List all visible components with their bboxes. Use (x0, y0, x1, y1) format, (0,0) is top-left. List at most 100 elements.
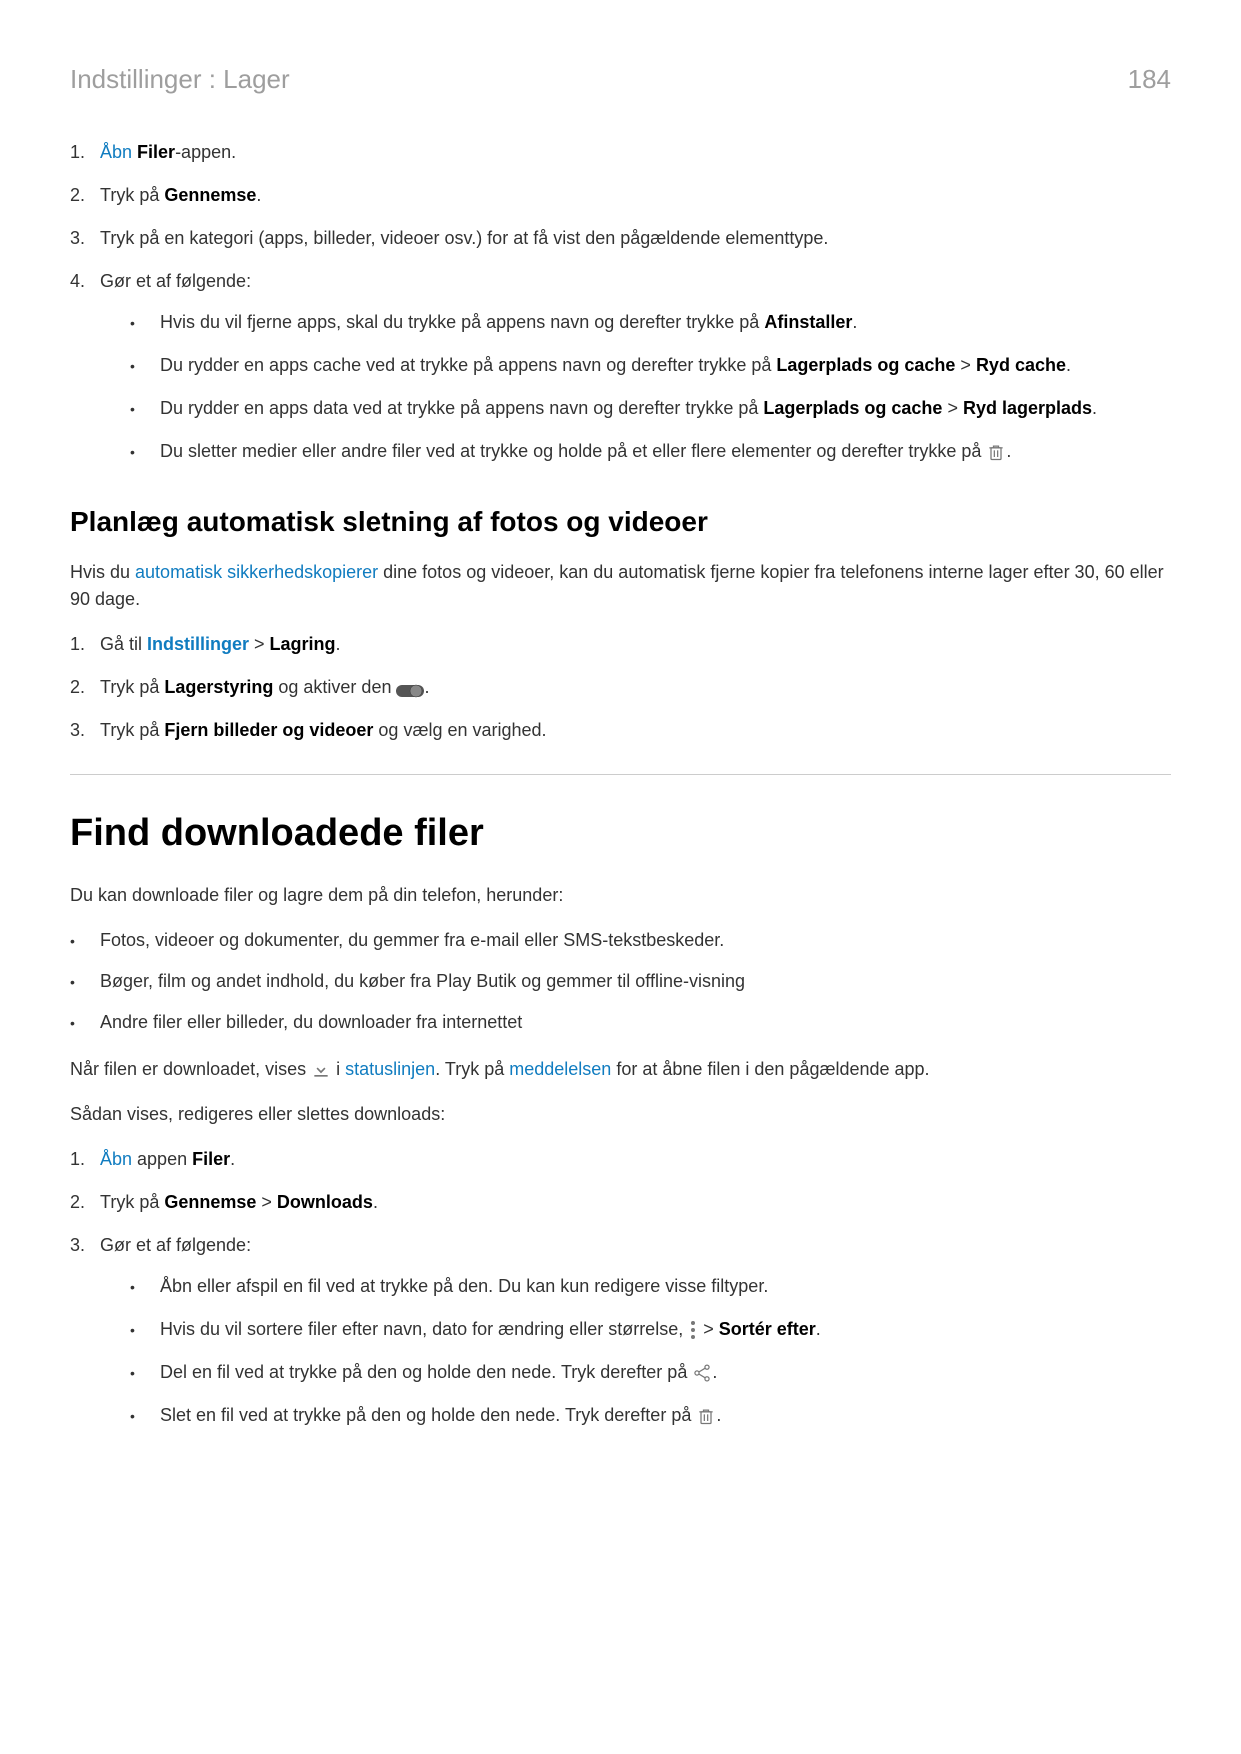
bold-text: Lagring (270, 634, 336, 654)
section-divider (70, 774, 1171, 775)
list-item: 1.Åbn appen Filer. (70, 1146, 1171, 1173)
body-text: for at åbne filen i den pågældende app. (611, 1059, 929, 1079)
list-1: 1.Åbn Filer-appen.2.Tryk på Gennemse.3.T… (70, 139, 1171, 481)
body-text: . (256, 185, 261, 205)
para-backup-info: Hvis du automatisk sikkerhedskopierer di… (70, 559, 1171, 613)
body-text: . (1092, 398, 1097, 418)
bullets-download-types: •Fotos, videoer og dokumenter, du gemmer… (70, 927, 1171, 1036)
heading-find-downloads: Find downloadede filer (70, 805, 1171, 862)
bullet-content: Hvis du vil sortere filer efter navn, da… (160, 1316, 1171, 1343)
text-link[interactable]: statuslinjen (345, 1059, 435, 1079)
nested-bullets: •Åbn eller afspil en fil ved at trykke p… (100, 1273, 1171, 1429)
trash-icon (696, 1406, 716, 1426)
body-text: . (424, 677, 429, 697)
body-text: appen (132, 1149, 192, 1169)
text-link[interactable]: Indstillinger (147, 634, 249, 654)
page-header: Indstillinger : Lager 184 (70, 60, 1171, 99)
body-text: Tryk på (100, 185, 164, 205)
list-number: 1. (70, 139, 100, 166)
bullet-content: Du rydder en apps cache ved at trykke på… (160, 352, 1171, 379)
bullet-item: •Bøger, film og andet indhold, du køber … (70, 968, 1171, 995)
bullet-dot: • (130, 352, 160, 377)
more-vert-icon (688, 1320, 698, 1340)
list-number: 1. (70, 631, 100, 658)
download-icon (311, 1060, 331, 1080)
text-link[interactable]: automatisk sikkerhedskopierer (135, 562, 378, 582)
body-text: i (331, 1059, 345, 1079)
body-text: . Tryk på (435, 1059, 509, 1079)
bullet-content: Fotos, videoer og dokumenter, du gemmer … (100, 927, 1171, 954)
bullet-content: Bøger, film og andet indhold, du køber f… (100, 968, 1171, 995)
bold-text: Downloads (277, 1192, 373, 1212)
bullet-content: Hvis du vil fjerne apps, skal du trykke … (160, 309, 1171, 336)
bold-text: Lagerstyring (164, 677, 273, 697)
body-text: > (942, 398, 963, 418)
bold-text: Afinstaller (764, 312, 852, 332)
heading-schedule-delete: Planlæg automatisk sletning af fotos og … (70, 501, 1171, 543)
bullet-item: •Åbn eller afspil en fil ved at trykke p… (100, 1273, 1171, 1300)
body-text: Du rydder en apps cache ved at trykke på… (160, 355, 776, 375)
bullet-dot: • (130, 1316, 160, 1341)
list-number: 2. (70, 674, 100, 701)
text-link[interactable]: meddelelsen (509, 1059, 611, 1079)
list-number: 3. (70, 225, 100, 252)
bold-text: Gennemse (164, 185, 256, 205)
text-link[interactable]: Åbn (100, 1149, 132, 1169)
bullet-item: •Slet en fil ved at trykke på den og hol… (100, 1402, 1171, 1429)
body-text: Du rydder en apps data ved at trykke på … (160, 398, 763, 418)
body-text: -appen. (175, 142, 236, 162)
bullet-item: •Hvis du vil fjerne apps, skal du trykke… (100, 309, 1171, 336)
body-text: Tryk på (100, 720, 164, 740)
body-text: . (1066, 355, 1071, 375)
list-item-content: Åbn appen Filer. (100, 1146, 1171, 1173)
list-number: 3. (70, 1232, 100, 1259)
bullet-item: •Hvis du vil sortere filer efter navn, d… (100, 1316, 1171, 1343)
bullet-item: •Del en fil ved at trykke på den og hold… (100, 1359, 1171, 1386)
list-number: 2. (70, 1189, 100, 1216)
body-text: Åbn eller afspil en fil ved at trykke på… (160, 1276, 768, 1296)
body-text: . (1006, 441, 1011, 461)
list-item-content: Gør et af følgende:•Hvis du vil fjerne a… (100, 268, 1171, 481)
body-text: Tryk på (100, 677, 164, 697)
bullet-item: •Fotos, videoer og dokumenter, du gemmer… (70, 927, 1171, 954)
body-text: . (716, 1405, 721, 1425)
body-text: . (373, 1192, 378, 1212)
body-text: . (336, 634, 341, 654)
body-text: Du sletter medier eller andre filer ved … (160, 441, 986, 461)
bullet-dot: • (130, 438, 160, 463)
list-number: 1. (70, 1146, 100, 1173)
bullet-content: Åbn eller afspil en fil ved at trykke på… (160, 1273, 1171, 1300)
list-item-content: Tryk på en kategori (apps, billeder, vid… (100, 225, 1171, 252)
bold-text: Lagerplads og cache (776, 355, 955, 375)
bullet-content: Andre filer eller billeder, du downloade… (100, 1009, 1171, 1036)
list-number: 4. (70, 268, 100, 295)
bold-text: Filer (137, 142, 175, 162)
body-text: . (852, 312, 857, 332)
list-item: 1.Gå til Indstillinger > Lagring. (70, 631, 1171, 658)
bullet-item: •Du rydder en apps data ved at trykke på… (100, 395, 1171, 422)
bold-text: Ryd lagerplads (963, 398, 1092, 418)
bold-text: Gennemse (164, 1192, 256, 1212)
bullet-dot: • (70, 1009, 100, 1034)
list-item: 1.Åbn Filer-appen. (70, 139, 1171, 166)
bullet-dot: • (130, 1273, 160, 1298)
bullet-dot: • (70, 927, 100, 952)
bullet-content: Du rydder en apps data ved at trykke på … (160, 395, 1171, 422)
bold-text: Filer (192, 1149, 230, 1169)
list-item: 3.Tryk på en kategori (apps, billeder, v… (70, 225, 1171, 252)
list-item-content: Gå til Indstillinger > Lagring. (100, 631, 1171, 658)
list-2: 1.Gå til Indstillinger > Lagring.2.Tryk … (70, 631, 1171, 744)
list-item: 3.Gør et af følgende:•Åbn eller afspil e… (70, 1232, 1171, 1445)
bullet-dot: • (130, 1359, 160, 1384)
trash-icon (986, 442, 1006, 462)
page-number: 184 (1128, 60, 1171, 99)
body-text: > (256, 1192, 277, 1212)
list-3: 1.Åbn appen Filer.2.Tryk på Gennemse > D… (70, 1146, 1171, 1445)
bullet-item: •Du sletter medier eller andre filer ved… (100, 438, 1171, 465)
list-item-content: Tryk på Fjern billeder og videoer og væl… (100, 717, 1171, 744)
share-icon (692, 1363, 712, 1383)
body-text: Når filen er downloadet, vises (70, 1059, 311, 1079)
list-item-content: Gør et af følgende:•Åbn eller afspil en … (100, 1232, 1171, 1445)
body-text: Hvis du vil sortere filer efter navn, da… (160, 1319, 688, 1339)
text-link[interactable]: Åbn (100, 142, 132, 162)
